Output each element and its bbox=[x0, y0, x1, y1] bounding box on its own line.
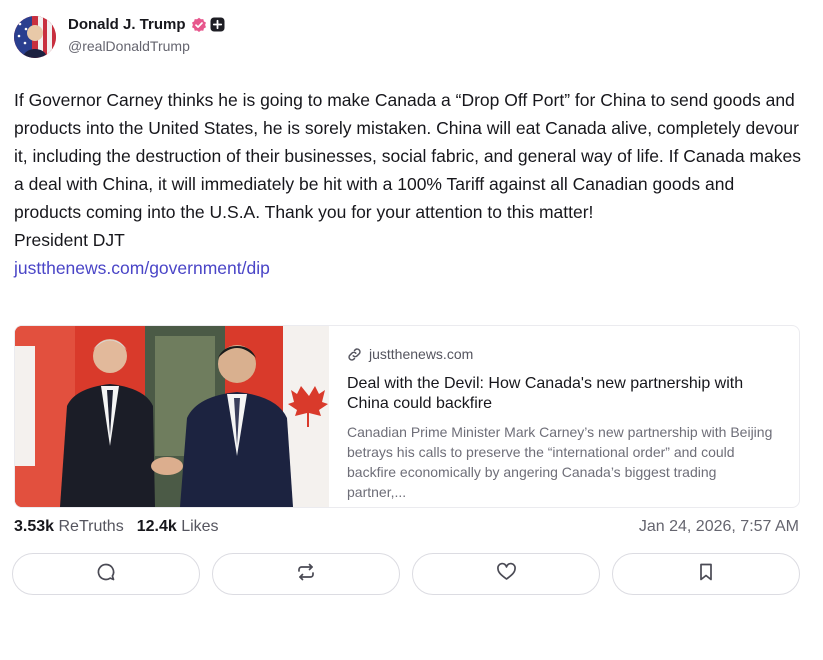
link-preview-body: justthenews.com Deal with the Devil: How… bbox=[329, 326, 799, 507]
retruth-button[interactable] bbox=[212, 553, 400, 595]
link-icon bbox=[347, 347, 362, 362]
display-name[interactable]: Donald J. Trump bbox=[68, 16, 186, 33]
bookmark-button[interactable] bbox=[612, 553, 800, 595]
repost-icon bbox=[296, 562, 316, 587]
post-header: Donald J. Trump @realDonaldTrump bbox=[14, 16, 225, 58]
post-paragraph: If Governor Carney thinks he is going to… bbox=[14, 90, 801, 222]
author-info: Donald J. Trump @realDonaldTrump bbox=[68, 15, 225, 54]
post-signature: President DJT bbox=[14, 230, 125, 250]
post-stats: 3.53k ReTruths 12.4k Likes bbox=[14, 518, 232, 536]
link-preview-title[interactable]: Deal with the Devil: How Canada's new pa… bbox=[347, 374, 775, 414]
post-link[interactable]: justthenews.com/government/dip bbox=[14, 258, 270, 278]
post-body: If Governor Carney thinks he is going to… bbox=[14, 86, 804, 282]
link-preview-image bbox=[15, 326, 329, 507]
comment-icon bbox=[96, 562, 116, 587]
verified-badge-icon bbox=[191, 17, 207, 33]
bookmark-icon bbox=[697, 562, 715, 587]
heart-icon bbox=[496, 562, 517, 587]
retruths-stat[interactable]: 3.53k ReTruths bbox=[14, 518, 124, 536]
likes-stat[interactable]: 12.4k Likes bbox=[137, 518, 219, 536]
link-preview-description: Canadian Prime Minister Mark Carney’s ne… bbox=[347, 424, 773, 500]
reply-button[interactable] bbox=[12, 553, 200, 595]
likes-count: 12.4k bbox=[136, 518, 177, 535]
likes-label: Likes bbox=[181, 518, 219, 535]
action-bar bbox=[12, 553, 800, 595]
retruths-label: ReTruths bbox=[58, 518, 124, 535]
link-preview-domain: justthenews.com bbox=[369, 346, 474, 362]
author-handle[interactable]: @realDonaldTrump bbox=[68, 38, 225, 54]
avatar-image bbox=[14, 16, 56, 58]
plus-badge-icon bbox=[210, 17, 225, 32]
post-timestamp[interactable]: Jan 24, 2026, 7:57 AM bbox=[639, 518, 799, 536]
retruths-count: 3.53k bbox=[14, 518, 55, 535]
like-button[interactable] bbox=[412, 553, 600, 595]
link-preview-card[interactable]: justthenews.com Deal with the Devil: How… bbox=[14, 325, 800, 508]
avatar[interactable] bbox=[14, 16, 56, 58]
